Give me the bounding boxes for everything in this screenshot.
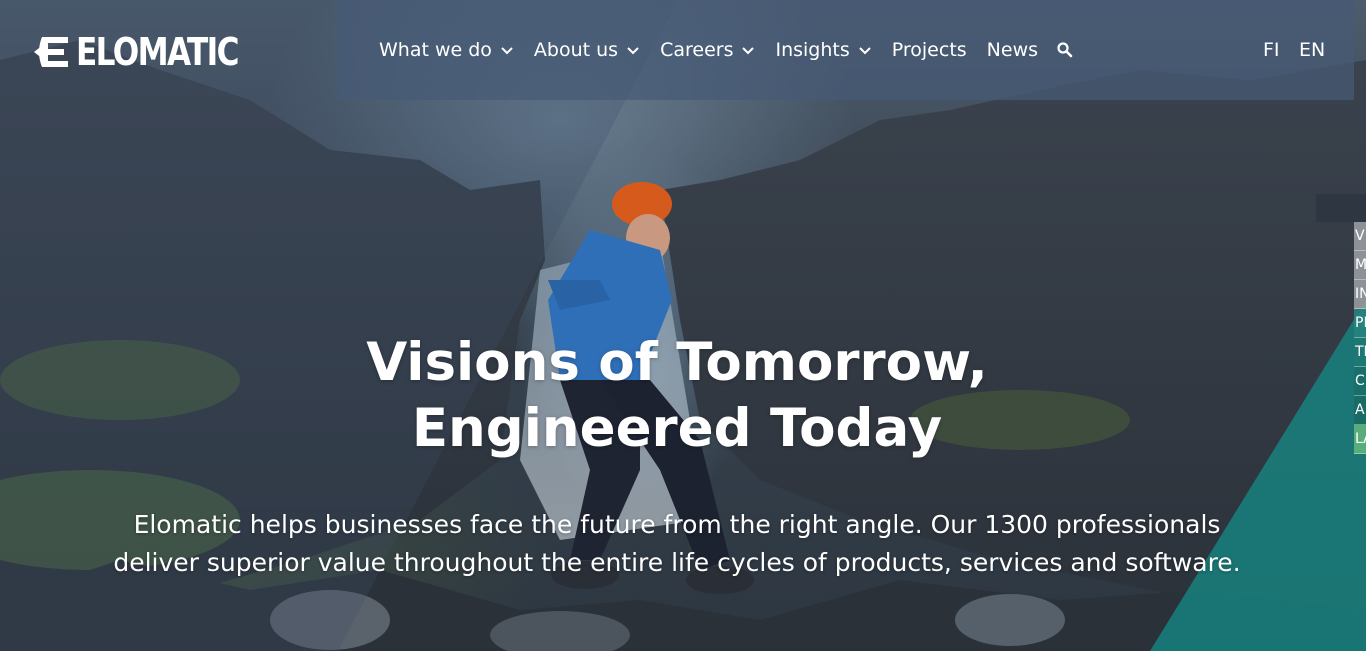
side-menu-item[interactable]: A xyxy=(1354,396,1366,425)
nav-insights[interactable]: Insights xyxy=(775,39,871,61)
side-menu-item[interactable]: PI xyxy=(1354,309,1366,338)
side-menu-item[interactable]: V xyxy=(1354,222,1366,251)
nav-what-we-do[interactable]: What we do xyxy=(379,39,514,61)
elomatic-logo[interactable]: ELOMATIC xyxy=(34,32,273,72)
nav-about-us[interactable]: About us xyxy=(534,39,640,61)
chevron-down-icon xyxy=(742,47,755,55)
nav-news[interactable]: News xyxy=(987,39,1038,61)
chevron-down-icon xyxy=(859,47,871,55)
search-icon[interactable] xyxy=(1056,41,1074,59)
language-en[interactable]: EN xyxy=(1299,33,1325,67)
chevron-down-icon xyxy=(501,47,513,55)
side-menu: V M IN PI TE C A LA xyxy=(1354,222,1366,454)
nav-label: News xyxy=(986,39,1039,61)
nav-label: Insights xyxy=(775,39,850,61)
nav-label: What we do xyxy=(379,39,492,61)
chevron-down-icon xyxy=(627,47,639,55)
hero-subtitle: Elomatic helps businesses face the futur… xyxy=(113,510,1241,577)
side-menu-item[interactable]: IN xyxy=(1354,280,1366,309)
language-fi[interactable]: FI xyxy=(1263,33,1280,67)
side-menu-item[interactable]: TE xyxy=(1354,338,1366,367)
side-menu-item[interactable]: C xyxy=(1354,367,1366,396)
nav-label: About us xyxy=(533,39,619,61)
side-menu-item[interactable]: LA xyxy=(1354,425,1366,454)
logo-mark-icon xyxy=(34,37,68,67)
brand-name: ELOMATIC xyxy=(76,30,239,74)
hero-title-line-1: Visions of Tomorrow, xyxy=(366,332,988,393)
hero-title-line-2: Engineered Today xyxy=(411,398,943,459)
side-menu-item[interactable]: M xyxy=(1354,251,1366,280)
nav-label: Projects xyxy=(891,39,967,61)
nav-careers[interactable]: Careers xyxy=(660,39,755,61)
nav-label: Careers xyxy=(660,39,734,61)
hero-title: Visions of Tomorrow, Engineered Today xyxy=(0,330,1354,462)
nav-projects[interactable]: Projects xyxy=(892,39,967,61)
side-menu-header xyxy=(1316,194,1366,222)
main-navigation: What we do About us Careers Insights Pro… xyxy=(379,33,1074,67)
